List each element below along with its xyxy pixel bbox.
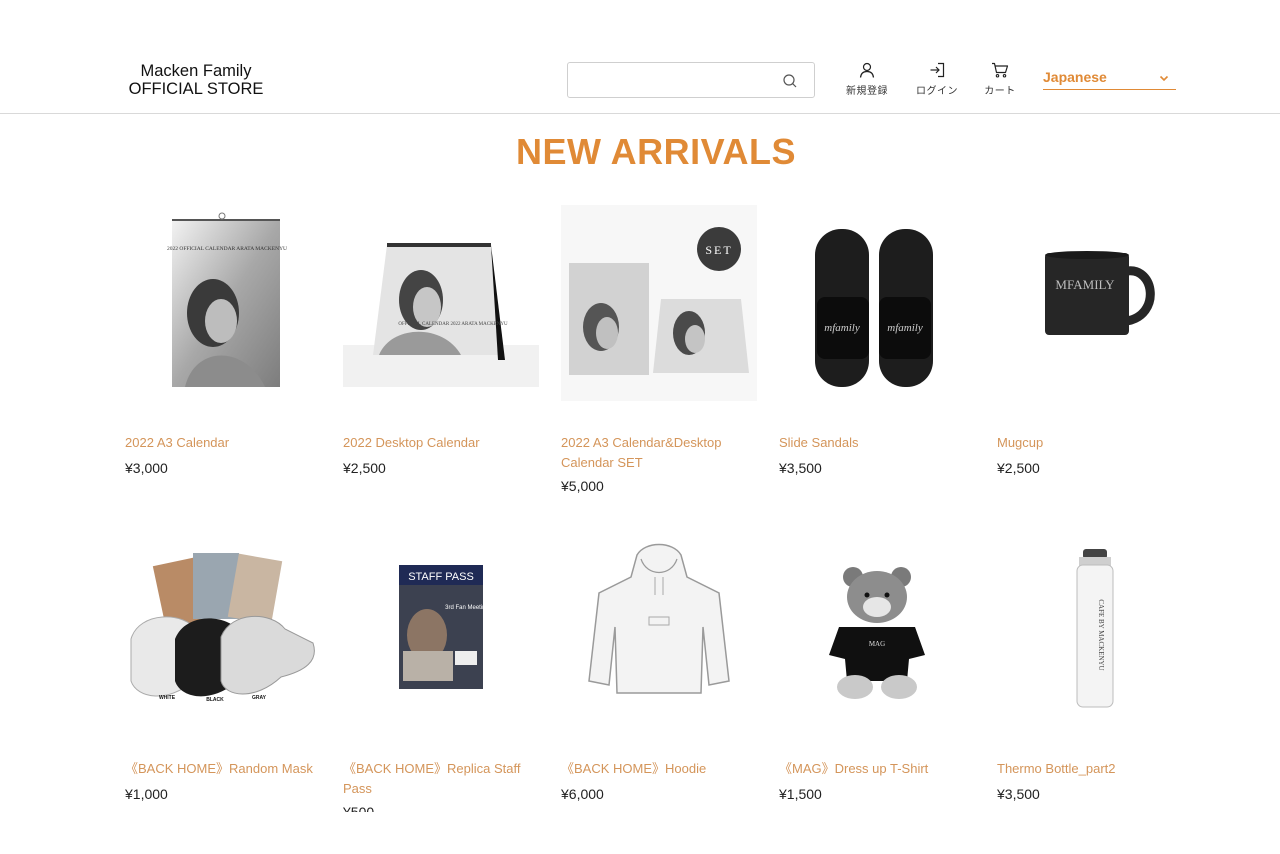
product-name[interactable]: 2022 A3 Calendar&Desktop Calendar SET bbox=[561, 433, 757, 473]
product-price: ¥3,000 bbox=[125, 460, 168, 476]
a3-calendar-title: 2022 OFFICIAL CALENDAR ARATA MACKENYU bbox=[167, 246, 287, 252]
product-price: ¥500 bbox=[343, 804, 375, 812]
cart-link[interactable]: カート bbox=[970, 62, 1030, 97]
sandal-print-left: mfamily bbox=[824, 322, 860, 334]
cart-label: カート bbox=[984, 86, 1016, 97]
product-name[interactable]: Thermo Bottle_part2 bbox=[997, 759, 1193, 779]
product-image-a3-calendar[interactable]: 2022 OFFICIAL CALENDAR ARATA MACKENYU bbox=[125, 205, 321, 401]
product-image-mugcup[interactable]: MFAMILY bbox=[997, 205, 1193, 401]
product-name[interactable]: 《BACK HOME》Random Mask bbox=[125, 759, 321, 779]
product-image-calendar-set[interactable]: SET bbox=[561, 205, 757, 401]
product-name[interactable]: 《MAG》Dress up T-Shirt bbox=[779, 759, 975, 779]
shirt-print: MAG bbox=[869, 640, 885, 648]
logo-line-1: Macken Family bbox=[140, 62, 252, 80]
language-select[interactable]: Japanese bbox=[1043, 66, 1176, 90]
product-price: ¥1,000 bbox=[125, 786, 168, 802]
login-icon bbox=[930, 62, 945, 78]
product-image-bear-tshirt[interactable]: MAG bbox=[779, 531, 975, 727]
search-input[interactable] bbox=[576, 69, 776, 91]
login-label: ログイン bbox=[916, 86, 958, 97]
chevron-down-icon bbox=[1159, 75, 1169, 82]
cart-icon bbox=[992, 62, 1009, 78]
product-image-thermo-bottle[interactable]: CAFE BY MACKENYU bbox=[997, 531, 1193, 727]
product-price: ¥6,000 bbox=[561, 786, 604, 802]
product-image-hoodie[interactable] bbox=[561, 531, 757, 727]
product-price: ¥1,500 bbox=[779, 786, 822, 802]
signup-label: 新規登録 bbox=[846, 86, 888, 97]
product-price: ¥3,500 bbox=[997, 786, 1040, 802]
product-price: ¥3,500 bbox=[779, 460, 822, 476]
product-price: ¥2,500 bbox=[997, 460, 1040, 476]
login-link[interactable]: ログイン bbox=[907, 62, 967, 97]
product-image-random-mask[interactable]: WHITE BLACK GRAY bbox=[125, 531, 321, 727]
mask-label-black: BLACK bbox=[206, 697, 224, 703]
sandal-print-right: mfamily bbox=[887, 322, 923, 334]
product-image-slide-sandals[interactable]: mfamily mfamily bbox=[779, 205, 975, 401]
signup-link[interactable]: 新規登録 bbox=[837, 62, 897, 97]
product-image-staff-pass[interactable]: STAFF PASS 3rd Fan Meeting bbox=[343, 531, 539, 727]
user-icon bbox=[859, 62, 875, 78]
product-name[interactable]: 2022 Desktop Calendar bbox=[343, 433, 539, 453]
product-image-desktop-calendar[interactable]: OFFICIAL CALENDAR 2022 ARATA MACKENYU bbox=[343, 205, 539, 401]
search-box bbox=[567, 62, 815, 98]
search-icon[interactable] bbox=[782, 73, 798, 89]
store-logo[interactable]: Macken Family OFFICIAL STORE bbox=[126, 62, 266, 98]
staff-pass-title: STAFF PASS bbox=[408, 571, 474, 583]
logo-line-2: OFFICIAL STORE bbox=[128, 80, 264, 98]
product-name[interactable]: Mugcup bbox=[997, 433, 1193, 453]
bottle-print: CAFE BY MACKENYU bbox=[1097, 599, 1105, 670]
product-name[interactable]: 2022 A3 Calendar bbox=[125, 433, 321, 453]
language-value: Japanese bbox=[1043, 69, 1107, 85]
mask-label-gray: GRAY bbox=[252, 695, 267, 701]
staff-pass-event: 3rd Fan Meeting bbox=[445, 605, 489, 611]
product-price: ¥5,000 bbox=[561, 478, 604, 494]
product-price: ¥2,500 bbox=[343, 460, 386, 476]
desktop-calendar-title: OFFICIAL CALENDAR 2022 ARATA MACKENYU bbox=[398, 322, 508, 327]
site-header: Macken Family OFFICIAL STORE 新規登録 ログイン カ… bbox=[0, 0, 1280, 114]
section-title: NEW ARRIVALS bbox=[516, 131, 796, 172]
product-name[interactable]: 《BACK HOME》Hoodie bbox=[561, 759, 757, 779]
product-name[interactable]: 《BACK HOME》Replica Staff Pass bbox=[343, 759, 539, 799]
product-name[interactable]: Slide Sandals bbox=[779, 433, 975, 453]
set-badge: SET bbox=[705, 243, 732, 257]
mug-print: MFAMILY bbox=[1055, 277, 1115, 292]
mask-label-white: WHITE bbox=[159, 695, 176, 701]
